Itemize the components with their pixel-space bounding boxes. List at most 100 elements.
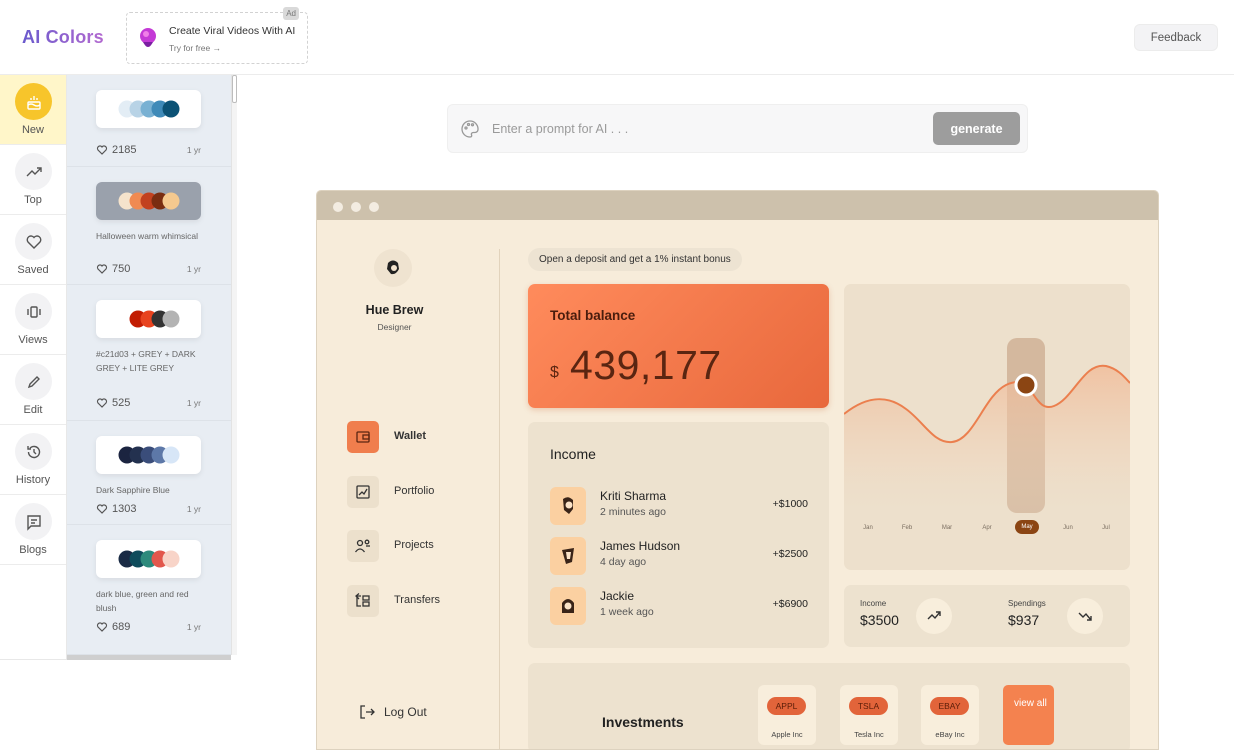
preview-titlebar (317, 191, 1158, 220)
like-count: 525 (112, 397, 131, 409)
menu-item-wallet[interactable]: Wallet (347, 421, 492, 453)
color-dot[interactable] (162, 310, 179, 328)
palette-colors (118, 446, 179, 464)
promo-banner[interactable]: Open a deposit and get a 1% instant bonu… (528, 248, 742, 271)
palette-card[interactable]: Dark Sapphire Blue 1303 1 yr (67, 421, 231, 525)
trending-up-icon[interactable] (916, 598, 952, 634)
color-dot[interactable] (162, 550, 179, 568)
nav-item-edit[interactable]: Edit (0, 355, 66, 425)
view-all-button[interactable]: view all (1003, 685, 1054, 745)
income-row[interactable]: Jackie 1 week ago +$6900 (550, 587, 808, 627)
nav-item-views[interactable]: Views (0, 285, 66, 355)
palette-card[interactable]: dark blue, green and red blush 689 1 yr (67, 525, 231, 655)
spendings-stat-label: Spendings (1008, 599, 1046, 608)
ad-title: Create Viral Videos With AI (169, 25, 296, 37)
prompt-bar: generate (447, 104, 1028, 153)
palette-card[interactable]: 2185 1 yr (67, 75, 231, 167)
palette-colors (118, 100, 179, 118)
palette-scrollbar[interactable] (231, 75, 237, 655)
window-dot (333, 202, 343, 212)
menu-item-projects[interactable]: Projects (347, 530, 492, 562)
income-row[interactable]: James Hudson 4 day ago +$2500 (550, 537, 808, 577)
income-row[interactable]: Kriti Sharma 2 minutes ago +$1000 (550, 487, 808, 527)
app-logo[interactable]: AI Colors (22, 27, 104, 48)
palette-name: Dark Sapphire Blue (96, 485, 170, 495)
heart-icon (96, 145, 108, 155)
income-time: 4 day ago (600, 556, 647, 568)
window-dot (369, 202, 379, 212)
menu-label: Projects (394, 539, 434, 551)
menu-item-transfers[interactable]: Transfers (347, 585, 492, 617)
stock-ticker: TSLA (849, 697, 888, 715)
palette-colors (118, 192, 179, 210)
ad-logo-icon (140, 28, 156, 47)
palette-list: 2185 1 yr Halloween warm whimsical 750 1… (67, 75, 231, 660)
scrollbar-thumb[interactable] (232, 75, 237, 103)
logout-button[interactable]: Log Out (358, 703, 427, 721)
transfer-icon (347, 585, 379, 617)
like-button[interactable]: 750 (96, 263, 130, 275)
heart-icon (96, 264, 108, 274)
palette-swatch[interactable] (96, 300, 201, 338)
palette-card[interactable]: Halloween warm whimsical 750 1 yr (67, 167, 231, 285)
user-name: Hue Brew (365, 303, 424, 317)
palette-card[interactable]: #c21d03 + GREY + DARK GREY + LITE GREY 5… (67, 285, 231, 421)
palette-age: 1 yr (186, 145, 201, 155)
feedback-button[interactable]: Feedback (1134, 24, 1218, 51)
palette-meta: 2185 1 yr (96, 144, 201, 156)
like-button[interactable]: 689 (96, 621, 130, 633)
palette-meta: 1303 1 yr (96, 503, 201, 515)
trending-down-icon[interactable] (1067, 598, 1103, 634)
prompt-input[interactable] (492, 118, 912, 140)
color-dot[interactable] (162, 192, 179, 210)
stock-card[interactable]: APPL Apple Inc (758, 685, 816, 745)
left-nav: New Top Saved Views Edit History Blogs (0, 75, 67, 660)
menu-label: Portfolio (394, 485, 435, 497)
preview-window: Hue Brew Designer Wallet Portfolio Proje… (316, 190, 1159, 750)
heart-icon (96, 504, 108, 514)
nav-item-saved[interactable]: Saved (0, 215, 66, 285)
spendings-stat-value: $937 (1008, 612, 1040, 628)
palette-swatch[interactable] (96, 182, 201, 220)
chart-month-selected[interactable]: May (1015, 520, 1039, 534)
nav-item-new[interactable]: New (0, 75, 66, 145)
color-dot[interactable] (162, 100, 179, 118)
palette-name: Halloween warm whimsical (96, 231, 199, 241)
ad-tag: Ad (283, 7, 299, 20)
palette-age: 1 yr (186, 504, 201, 514)
like-button[interactable]: 2185 (96, 144, 136, 156)
user-role: Designer (377, 322, 412, 332)
stock-card[interactable]: TSLA Tesla Inc (840, 685, 898, 745)
window-dot (351, 202, 361, 212)
color-dot[interactable] (162, 446, 179, 464)
avatar (374, 249, 412, 287)
person-avatar-icon (562, 548, 574, 564)
nav-item-history[interactable]: History (0, 425, 66, 495)
nav-label: Saved (17, 264, 49, 276)
palette-swatch[interactable] (96, 90, 201, 128)
income-amount: +$6900 (772, 598, 808, 610)
menu-item-portfolio[interactable]: Portfolio (347, 476, 492, 508)
nav-item-top[interactable]: Top (0, 145, 66, 215)
heart-icon (15, 223, 52, 260)
menu-label: Wallet (394, 430, 426, 442)
palette-swatch[interactable] (96, 436, 201, 474)
palette-name: dark blue, green and red blush (96, 589, 189, 613)
stock-card[interactable]: EBAY eBay Inc (921, 685, 979, 745)
nav-label: Views (18, 334, 48, 346)
nav-item-blogs[interactable]: Blogs (0, 495, 66, 565)
generate-button[interactable]: generate (933, 112, 1020, 145)
balance-label: Total balance (550, 308, 636, 323)
income-card: Income Kriti Sharma 2 minutes ago +$1000… (528, 422, 829, 648)
stock-ticker: EBAY (930, 697, 969, 715)
palette-swatch[interactable] (96, 540, 201, 578)
pencil-icon (15, 363, 52, 400)
like-button[interactable]: 1303 (96, 503, 136, 515)
income-stat-value: $3500 (860, 612, 899, 628)
like-button[interactable]: 525 (96, 397, 130, 409)
income-name: James Hudson (600, 539, 681, 553)
horizontal-scrollbar[interactable] (67, 655, 231, 660)
palette-meta: 525 1 yr (96, 397, 201, 409)
ad-banner[interactable]: Ad Create Viral Videos With AI Try for f… (126, 7, 308, 64)
chart-icon (347, 476, 379, 508)
